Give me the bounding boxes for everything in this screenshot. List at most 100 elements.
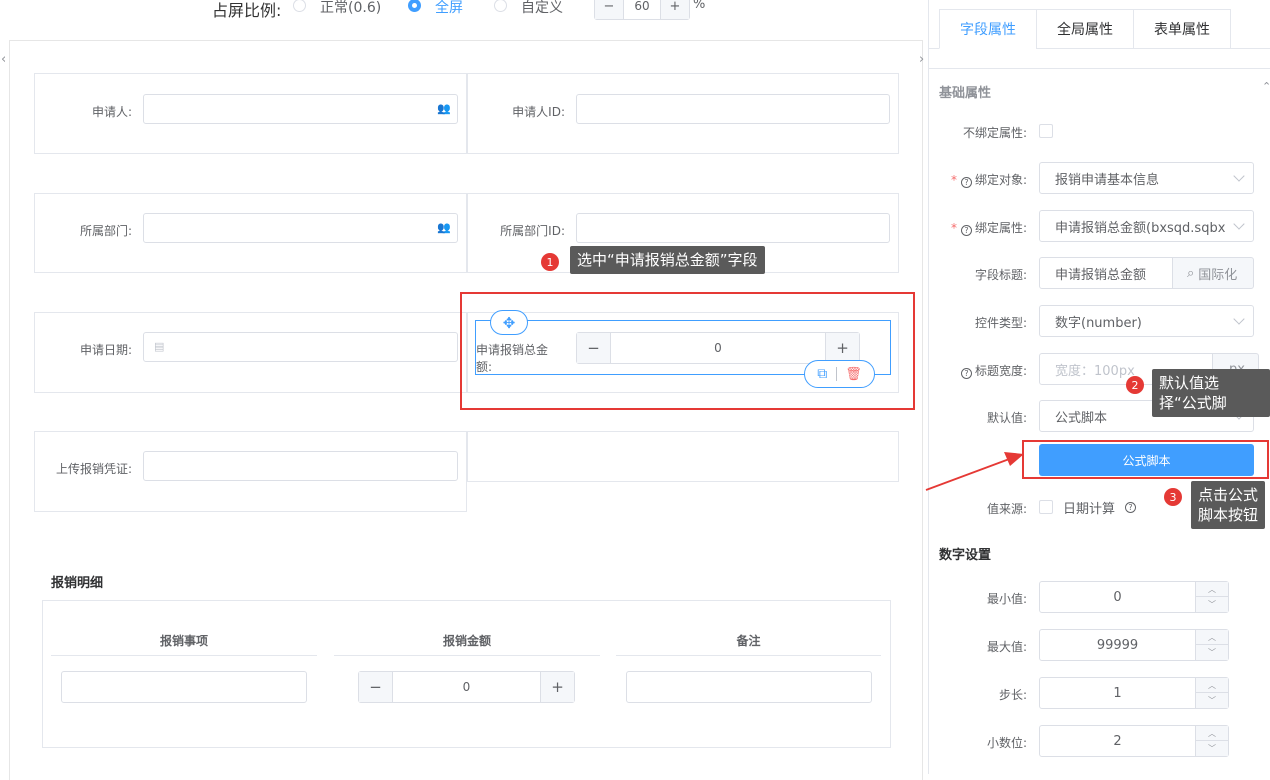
date-calc-checkbox[interactable] — [1039, 500, 1053, 514]
tab-form-properties[interactable]: 表单属性 — [1133, 9, 1231, 49]
field-title-label: 字段标题: — [974, 268, 1027, 282]
bind-field-label: 绑定属性: — [974, 221, 1027, 235]
radio-custom-label[interactable]: 自定义 — [521, 0, 563, 17]
department-id-input[interactable] — [576, 213, 890, 243]
chevron-down-icon — [1233, 218, 1245, 230]
tab-global-properties[interactable]: 全局属性 — [1036, 9, 1134, 49]
detail-divider — [616, 655, 881, 656]
annotation-box-formula-button — [1022, 440, 1269, 479]
arrow-line — [925, 457, 1013, 491]
user-picker-icon[interactable]: 👥 — [437, 102, 451, 115]
decimal-stepper[interactable]: 2 ︿ ﹀ — [1039, 725, 1229, 757]
radio-normal[interactable] — [293, 0, 306, 12]
date-calc-label[interactable]: 日期计算 — [1063, 498, 1115, 517]
detail-amount-increase-button[interactable]: + — [541, 672, 574, 702]
max-stepper[interactable]: 99999 ︿ ﹀ — [1039, 629, 1229, 661]
help-icon: ? — [960, 368, 972, 379]
decrease-icon[interactable]: ﹀ — [1196, 741, 1228, 756]
title-width-label-wrap: ? 标题宽度: — [940, 362, 1027, 379]
control-type-select[interactable]: 数字(number) — [1039, 305, 1254, 337]
collapse-right-icon[interactable]: › — [919, 52, 924, 67]
radio-fullscreen-label[interactable]: 全屏 — [435, 0, 463, 17]
radio-custom[interactable] — [494, 0, 507, 12]
min-stepper[interactable]: 0 ︿ ﹀ — [1039, 581, 1229, 613]
detail-col-item: 报销事项 — [159, 634, 208, 648]
ratio-stepper[interactable]: − 60 + — [594, 0, 690, 20]
increase-icon[interactable]: ︿ — [1196, 726, 1228, 741]
department-id-label: 所属部门ID: — [500, 224, 565, 238]
basic-section-title: 基础属性 — [939, 86, 992, 101]
bind-field-select[interactable]: 申请报销总金额(bxsqd.sqbxzje) — [1039, 210, 1254, 242]
default-value-value: 公式脚本 — [1055, 410, 1108, 426]
max-label: 最大值: — [986, 640, 1027, 654]
max-value[interactable]: 99999 — [1040, 630, 1195, 660]
applicant-input[interactable]: 👥 — [143, 94, 458, 124]
department-input[interactable]: 👥 — [143, 213, 458, 243]
tab-field-properties[interactable]: 字段属性 — [939, 9, 1037, 49]
detail-note-input[interactable] — [626, 671, 872, 703]
help-icon: ? — [960, 225, 972, 236]
decrease-icon[interactable]: ﹀ — [1196, 597, 1228, 612]
field-title-input[interactable]: 申请报销总金额 — [1039, 257, 1173, 289]
ratio-label: 占屏比例: — [212, 1, 282, 20]
detail-col-amount: 报销金额 — [442, 634, 491, 648]
step2-line1: 默认值选 — [1159, 374, 1220, 392]
ratio-value[interactable]: 60 — [623, 0, 661, 19]
title-width-placeholder: 宽度：100px — [1055, 363, 1135, 379]
step3-callout: 点击公式 脚本按钮 — [1191, 481, 1266, 529]
step-value[interactable]: 1 — [1040, 678, 1195, 708]
i18n-button[interactable]: ⌕ 国际化 — [1172, 257, 1254, 289]
increase-icon[interactable]: ︿ — [1196, 678, 1228, 693]
detail-amount-decrease-button[interactable]: − — [359, 672, 392, 702]
increase-icon[interactable]: ︿ — [1196, 582, 1228, 597]
default-value-label: 默认值: — [986, 411, 1027, 425]
upload-label: 上传报销凭证: — [55, 462, 132, 476]
decrease-icon[interactable]: ﹀ — [1196, 693, 1228, 708]
step1-badge: 1 — [541, 253, 559, 271]
empty-cell[interactable] — [467, 431, 899, 482]
step3-line2: 脚本按钮 — [1198, 506, 1259, 524]
apply-date-input[interactable]: ▤ — [143, 332, 458, 362]
detail-item-input[interactable] — [61, 671, 307, 703]
step-label: 步长: — [998, 688, 1027, 702]
upload-input[interactable] — [143, 451, 458, 481]
step2-badge: 2 — [1126, 376, 1144, 394]
number-section-title: 数字设置 — [939, 548, 992, 563]
bind-object-label-wrap: *? 绑定对象: — [950, 173, 1027, 188]
search-icon: ⌕ — [1187, 265, 1195, 281]
title-width-label: 标题宽度: — [974, 364, 1027, 378]
control-type-label: 控件类型: — [974, 316, 1027, 330]
decimal-value[interactable]: 2 — [1040, 726, 1195, 756]
decrease-icon[interactable]: ﹀ — [1196, 645, 1228, 660]
bind-field-value: 申请报销总金额(bxsqd.sqbxzje) — [1055, 220, 1225, 236]
ratio-percent-unit: % — [693, 0, 706, 12]
radio-normal-label[interactable]: 正常(0.6) — [320, 0, 381, 17]
step3-badge: 3 — [1164, 488, 1182, 506]
applicant-id-label: 申请人ID: — [512, 105, 565, 119]
radio-fullscreen[interactable] — [408, 0, 421, 12]
section-collapse-icon[interactable]: ⌃ — [1262, 80, 1270, 93]
ratio-increase-button[interactable]: + — [661, 0, 689, 19]
collapse-left-icon[interactable]: ‹ — [1, 52, 6, 67]
ratio-decrease-button[interactable]: − — [595, 0, 623, 19]
help-icon: ? — [960, 177, 972, 188]
min-value[interactable]: 0 — [1040, 582, 1195, 612]
detail-divider — [334, 655, 600, 656]
unbind-checkbox[interactable] — [1039, 124, 1053, 138]
step-stepper[interactable]: 1 ︿ ﹀ — [1039, 677, 1229, 709]
detail-divider — [51, 655, 317, 656]
increase-icon[interactable]: ︿ — [1196, 630, 1228, 645]
bind-object-value: 报销申请基本信息 — [1055, 172, 1160, 188]
control-type-value: 数字(number) — [1055, 315, 1142, 331]
bind-object-select[interactable]: 报销申请基本信息 — [1039, 162, 1254, 194]
detail-amount-stepper[interactable]: − 0 + — [358, 671, 575, 703]
applicant-id-input[interactable] — [576, 94, 890, 124]
value-source-label: 值来源: — [986, 502, 1027, 516]
bind-field-label-wrap: *? 绑定属性: — [950, 221, 1027, 236]
department-picker-icon[interactable]: 👥 — [437, 221, 451, 234]
detail-title: 报销明细 — [51, 576, 104, 591]
min-label: 最小值: — [986, 592, 1027, 606]
annotation-box-field — [460, 292, 915, 410]
detail-amount-value[interactable]: 0 — [392, 672, 541, 702]
arrow-head — [1004, 452, 1024, 466]
